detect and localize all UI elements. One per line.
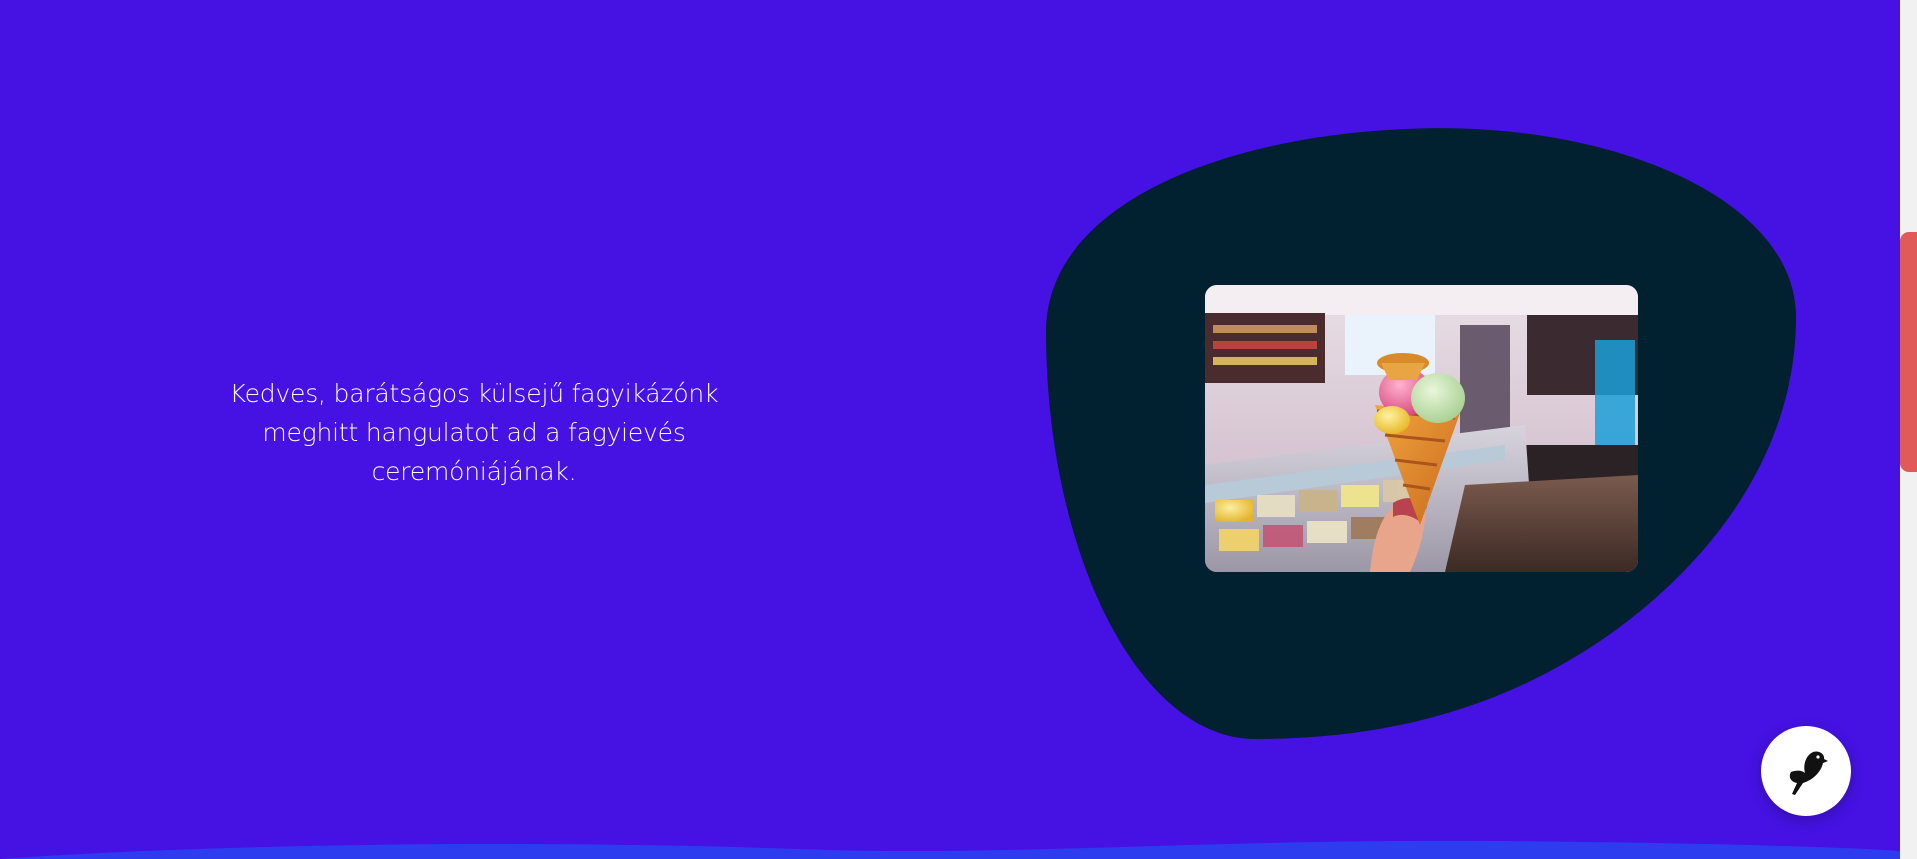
intro-text: Kedves, barátságos külsejű fagyikázónk m…: [229, 379, 719, 486]
gallery-section: Kedves, barátságos külsejű fagyikázónk m…: [0, 0, 1900, 859]
bird-icon: [1789, 751, 1828, 795]
ice-cream-photo: [1205, 285, 1638, 572]
page: Kedves, barátságos külsejű fagyikázónk m…: [0, 0, 1917, 859]
bottom-wave: [0, 840, 1900, 859]
chat-widget-button[interactable]: [1761, 726, 1851, 816]
scrollbar-track[interactable]: [1900, 0, 1917, 859]
scrollbar-thumb[interactable]: [1900, 232, 1917, 472]
